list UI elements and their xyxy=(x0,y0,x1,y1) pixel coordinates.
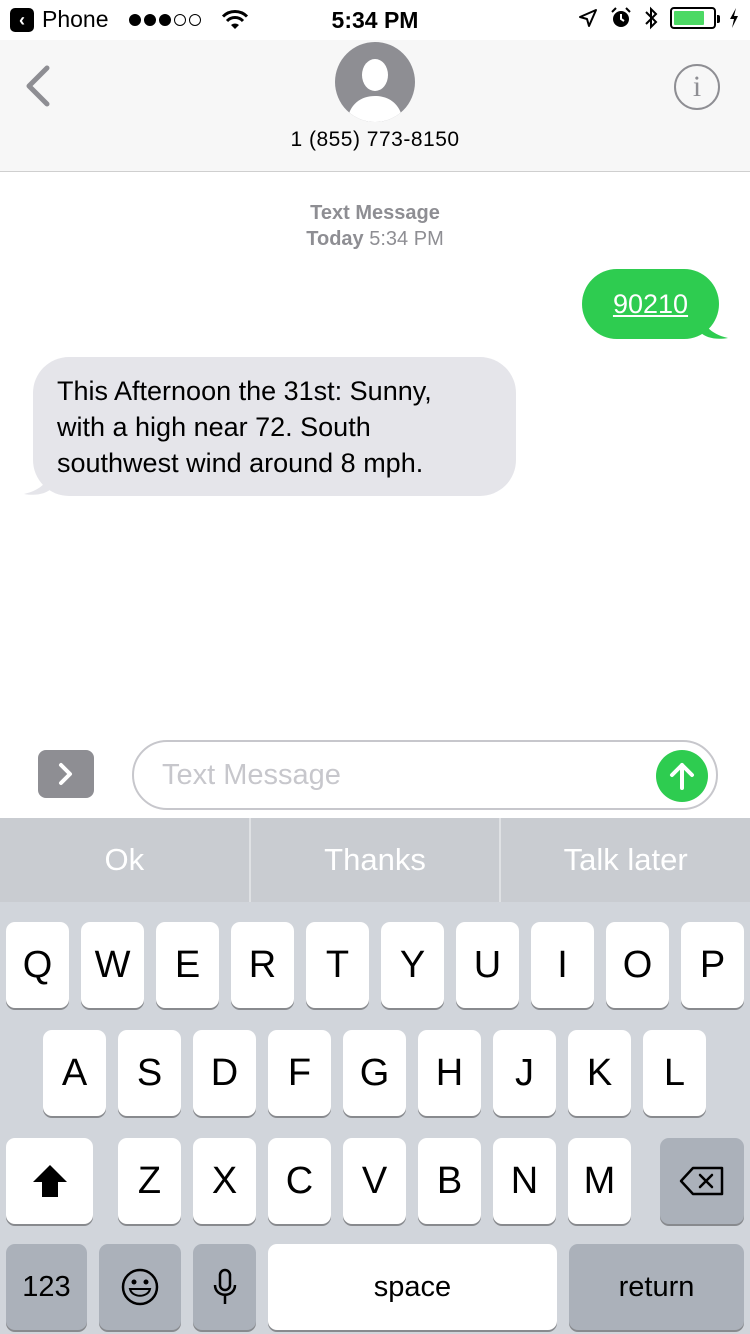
dictation-key[interactable] xyxy=(193,1244,256,1330)
space-key[interactable]: space xyxy=(268,1244,557,1330)
app-drawer-button[interactable] xyxy=(38,750,94,798)
key-x[interactable]: X xyxy=(193,1138,256,1224)
incoming-message-bubble[interactable]: This Afternoon the 31st: Sunny, with a h… xyxy=(33,357,516,496)
chevron-right-icon xyxy=(59,763,72,785)
key-g[interactable]: G xyxy=(343,1030,406,1116)
key-v[interactable]: V xyxy=(343,1138,406,1224)
conversation-timestamp: Text Message Today 5:34 PM xyxy=(0,200,750,252)
numbers-key[interactable]: 123 xyxy=(6,1244,87,1330)
key-o[interactable]: O xyxy=(606,922,669,1008)
key-f[interactable]: F xyxy=(268,1030,331,1116)
timestamp-day: Today xyxy=(306,228,364,250)
status-right xyxy=(578,6,740,30)
key-q[interactable]: Q xyxy=(6,922,69,1008)
location-icon xyxy=(579,9,597,27)
delete-key[interactable] xyxy=(660,1138,744,1224)
back-chevron-icon[interactable] xyxy=(22,64,52,108)
shift-key[interactable] xyxy=(6,1138,93,1224)
incoming-bubble-tail xyxy=(24,466,52,495)
send-button[interactable] xyxy=(656,750,708,802)
suggestion-ok[interactable]: Ok xyxy=(0,818,249,902)
return-key[interactable]: return xyxy=(569,1244,744,1330)
emoji-face-icon xyxy=(121,1268,159,1306)
key-z[interactable]: Z xyxy=(118,1138,181,1224)
key-i[interactable]: I xyxy=(531,922,594,1008)
key-r[interactable]: R xyxy=(231,922,294,1008)
battery-icon xyxy=(670,7,720,29)
message-line: with a high near 72. South xyxy=(57,412,371,442)
key-s[interactable]: S xyxy=(118,1030,181,1116)
battery-fill xyxy=(674,11,705,25)
key-j[interactable]: J xyxy=(493,1030,556,1116)
conversation-header: 1 (855) 773-8150 i xyxy=(0,40,750,172)
keyboard: Q W E R T Y U I O P A S D F G H J K L Z … xyxy=(0,902,750,1334)
key-e[interactable]: E xyxy=(156,922,219,1008)
emoji-key[interactable] xyxy=(99,1244,181,1330)
key-t[interactable]: T xyxy=(306,922,369,1008)
contact-number[interactable]: 1 (855) 773-8150 xyxy=(0,128,750,152)
key-w[interactable]: W xyxy=(81,922,144,1008)
key-b[interactable]: B xyxy=(418,1138,481,1224)
message-input-placeholder: Text Message xyxy=(162,759,341,791)
shift-arrow-icon xyxy=(32,1165,67,1197)
key-k[interactable]: K xyxy=(568,1030,631,1116)
arrow-up-icon xyxy=(670,763,694,790)
message-line: This Afternoon the 31st: Sunny, xyxy=(57,376,432,406)
outgoing-bubble-tail xyxy=(700,310,728,339)
key-l[interactable]: L xyxy=(643,1030,706,1116)
quicktype-bar: Ok Thanks Talk later xyxy=(0,818,750,902)
suggestion-thanks[interactable]: Thanks xyxy=(251,818,500,902)
key-h[interactable]: H xyxy=(418,1030,481,1116)
key-y[interactable]: Y xyxy=(381,922,444,1008)
charging-icon xyxy=(730,8,738,28)
person-silhouette-icon xyxy=(347,59,403,122)
timestamp-time: 5:34 PM xyxy=(369,228,444,250)
microphone-icon xyxy=(213,1268,236,1304)
key-m[interactable]: M xyxy=(568,1138,631,1224)
key-p[interactable]: P xyxy=(681,922,744,1008)
message-line: southwest wind around 8 mph. xyxy=(57,448,424,478)
outgoing-message-bubble[interactable]: 90210 xyxy=(582,269,719,339)
key-n[interactable]: N xyxy=(493,1138,556,1224)
key-d[interactable]: D xyxy=(193,1030,256,1116)
contact-avatar[interactable] xyxy=(335,42,415,122)
key-a[interactable]: A xyxy=(43,1030,106,1116)
key-u[interactable]: U xyxy=(456,922,519,1008)
bluetooth-icon xyxy=(645,6,658,30)
status-bar: ‹ Phone 5:34 PM xyxy=(0,0,750,40)
message-input[interactable]: Text Message xyxy=(132,740,718,810)
backspace-icon xyxy=(679,1166,724,1196)
key-c[interactable]: C xyxy=(268,1138,331,1224)
info-button[interactable]: i xyxy=(674,64,720,110)
suggestion-talk-later[interactable]: Talk later xyxy=(501,818,750,902)
service-label: Text Message xyxy=(310,202,440,224)
alarm-icon xyxy=(611,7,631,27)
